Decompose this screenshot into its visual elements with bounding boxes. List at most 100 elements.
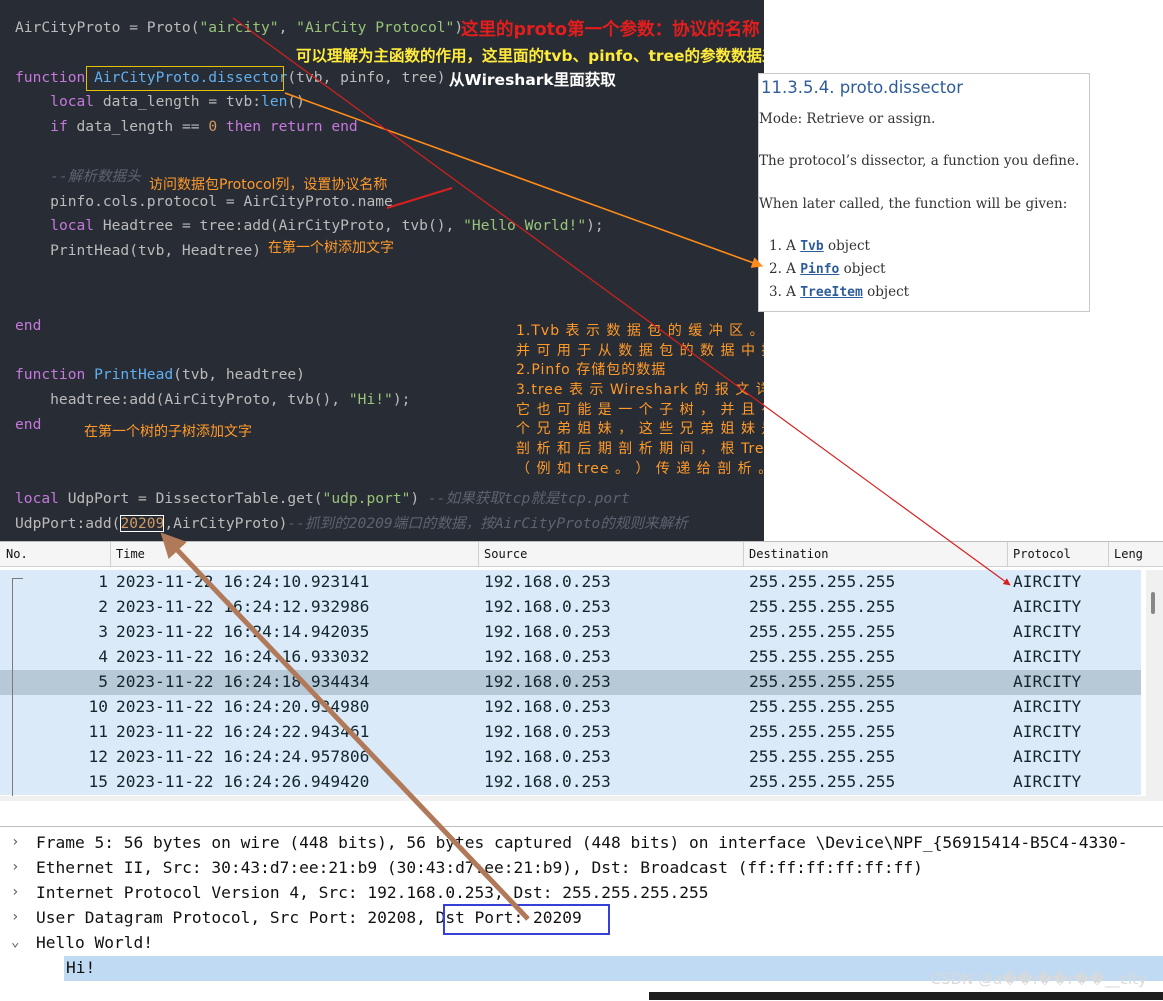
conversation-bracket (12, 578, 23, 801)
code-token: () (287, 93, 305, 111)
column-header-time[interactable]: Time (112, 547, 145, 561)
packet-source: 192.168.0.253 (484, 697, 611, 716)
code-line: if data_length == 0 then return end (15, 116, 358, 138)
packet-row[interactable]: 3 2023-11-22 16:24:14.942035 192.168.0.253… (0, 620, 1141, 645)
tvb-link[interactable]: Tvb (800, 239, 823, 254)
packet-number: 11 (88, 722, 109, 741)
doc-list-item: 3. A TreeItem object (769, 284, 909, 300)
code-token: data_length == (67, 118, 209, 136)
packet-row[interactable]: 12 2023-11-22 16:24:24.957806 192.168.0.25… (0, 745, 1141, 770)
packet-number: 2 (98, 597, 108, 616)
detail-tree-row[interactable]: › Internet Protocol Version 4, Src: 192.1… (0, 881, 1163, 906)
code-token: data_length = tvb: (94, 93, 262, 111)
code-line: end (15, 414, 41, 436)
packet-protocol: AIRCITY (1013, 747, 1082, 766)
packet-number: 4 (98, 647, 108, 666)
code-token: function (15, 68, 95, 86)
packet-list-horizontal-scrollbar[interactable] (0, 796, 1163, 801)
packet-list[interactable]: No. Time Source Destination Protocol Len… (0, 541, 1163, 801)
packet-source: 192.168.0.253 (484, 647, 611, 666)
code-token: "udp.port" (322, 490, 411, 508)
packet-number: 5 (98, 672, 108, 691)
code-token: --抓到的20209端口的数据，按AirCityProto的规则来解析 (287, 515, 688, 532)
code-editor[interactable]: AirCityProto = Proto("aircity", "AirCity… (0, 0, 764, 541)
packet-source: 192.168.0.253 (484, 747, 611, 766)
code-token: 20209 (120, 515, 165, 532)
code-token: "Hello World!" (463, 217, 587, 235)
code-line: local data_length = tvb:len() (15, 91, 305, 113)
packet-time: 2023-11-22 16:24:12.932986 (116, 597, 370, 616)
pinfo-link[interactable]: Pinfo (800, 262, 839, 277)
detail-tree-row[interactable]: › Ethernet II, Src: 30:43:d7:ee:21:b9 (30… (0, 856, 1163, 881)
note-line: 并 可 用 于 从 数 据 包 的 数 据 中 提 取 信 息 (516, 343, 764, 359)
code-token: local (50, 93, 95, 111)
chevron-down-icon[interactable]: ⌄ (11, 934, 19, 950)
column-header-protocol[interactable]: Protocol (1009, 547, 1071, 561)
doc-list-item: 1. A Tvb object (769, 238, 870, 254)
packet-row[interactable]: 11 2023-11-22 16:24:22.943461 192.168.0.25… (0, 720, 1141, 745)
column-header-length[interactable]: Leng (1110, 547, 1143, 561)
packet-destination: 255.255.255.255 (749, 672, 896, 691)
doc-list-item: 2. A Pinfo object (769, 261, 886, 277)
code-token: (tvb, headtree) (173, 366, 305, 384)
column-divider[interactable] (1007, 542, 1008, 566)
scroll-thumb[interactable] (1151, 592, 1155, 614)
chevron-right-icon[interactable]: › (11, 909, 19, 925)
code-token: if (50, 118, 68, 136)
code-token: ,AirCityProto) (164, 515, 288, 532)
code-token: UdpPort = DissectorTable.get( (58, 490, 323, 508)
watermark: CSDN @a��i��r��__city (930, 970, 1147, 988)
column-header-destination[interactable]: Destination (745, 547, 828, 561)
treeitem-link[interactable]: TreeItem (800, 285, 863, 300)
packet-time: 2023-11-22 16:24:26.949420 (116, 772, 370, 791)
chevron-right-icon[interactable]: › (11, 884, 19, 900)
packet-row[interactable]: 2 2023-11-22 16:24:12.932986 192.168.0.253… (0, 595, 1141, 620)
code-token: --如果获取tcp就是tcp.port (427, 490, 630, 508)
packet-protocol: AIRCITY (1013, 772, 1082, 791)
packet-row[interactable]: 15 2023-11-22 16:24:26.949420 192.168.0.25… (0, 770, 1141, 795)
packet-destination: 255.255.255.255 (749, 647, 896, 666)
column-divider[interactable] (478, 542, 479, 566)
column-divider[interactable] (1108, 542, 1109, 566)
code-token: ); (392, 391, 411, 408)
packet-row[interactable]: 1 2023-11-22 16:24:10.923141 192.168.0.253… (0, 570, 1141, 595)
detail-tree-label: Hi! (66, 958, 96, 977)
column-header-source[interactable]: Source (480, 547, 527, 561)
column-header-no[interactable]: No. (2, 547, 28, 561)
packet-number: 1 (98, 572, 108, 591)
packet-source: 192.168.0.253 (484, 672, 611, 691)
packet-row[interactable]: 4 2023-11-22 16:24:16.933032 192.168.0.253… (0, 645, 1141, 670)
column-divider[interactable] (743, 542, 744, 566)
packet-time: 2023-11-22 16:24:24.957806 (116, 747, 370, 766)
code-token: "aircity" (199, 19, 279, 36)
annotation-first-tree: 在第一个树添加文字 (268, 240, 394, 256)
column-divider[interactable] (110, 542, 111, 566)
code-token: local (15, 490, 59, 508)
packet-time: 2023-11-22 16:24:14.942035 (116, 622, 370, 641)
code-token: 0 (208, 118, 218, 136)
packet-source: 192.168.0.253 (484, 722, 611, 741)
packet-destination: 255.255.255.255 (749, 772, 896, 791)
packet-row[interactable]: 10 2023-11-22 16:24:20.934980 192.168.0.25… (0, 695, 1141, 720)
annotation-protocol-column: 访问数据包Protocol列，设置协议名称 (149, 177, 388, 193)
code-line: function PrintHead(tvb, headtree) (15, 364, 305, 386)
chevron-right-icon[interactable]: › (11, 834, 19, 850)
code-token: , (278, 19, 297, 36)
code-token: len (261, 93, 288, 111)
detail-tree-row[interactable]: › Frame 5: 56 bytes on wire (448 bits), 5… (0, 831, 1163, 856)
doc-when: When later called, the function will be … (759, 196, 1068, 212)
code-token: function (15, 366, 95, 384)
packet-protocol: AIRCITY (1013, 697, 1082, 716)
doc-item-suffix: object (839, 261, 886, 277)
code-line: end (15, 315, 41, 337)
packet-row[interactable]: 5 2023-11-22 16:24:18.934434 192.168.0.253… (0, 670, 1141, 695)
code-token: PrintHead(tvb, Headtree) (15, 242, 262, 260)
packet-list-vertical-scrollbar[interactable] (1146, 570, 1163, 800)
code-line: AirCityProto = Proto("aircity", "AirCity… (15, 17, 463, 39)
chevron-right-icon[interactable]: › (11, 859, 19, 875)
packet-time: 2023-11-22 16:24:22.943461 (116, 722, 370, 741)
code-token: then return end (225, 118, 358, 136)
packet-protocol: AIRCITY (1013, 572, 1082, 591)
